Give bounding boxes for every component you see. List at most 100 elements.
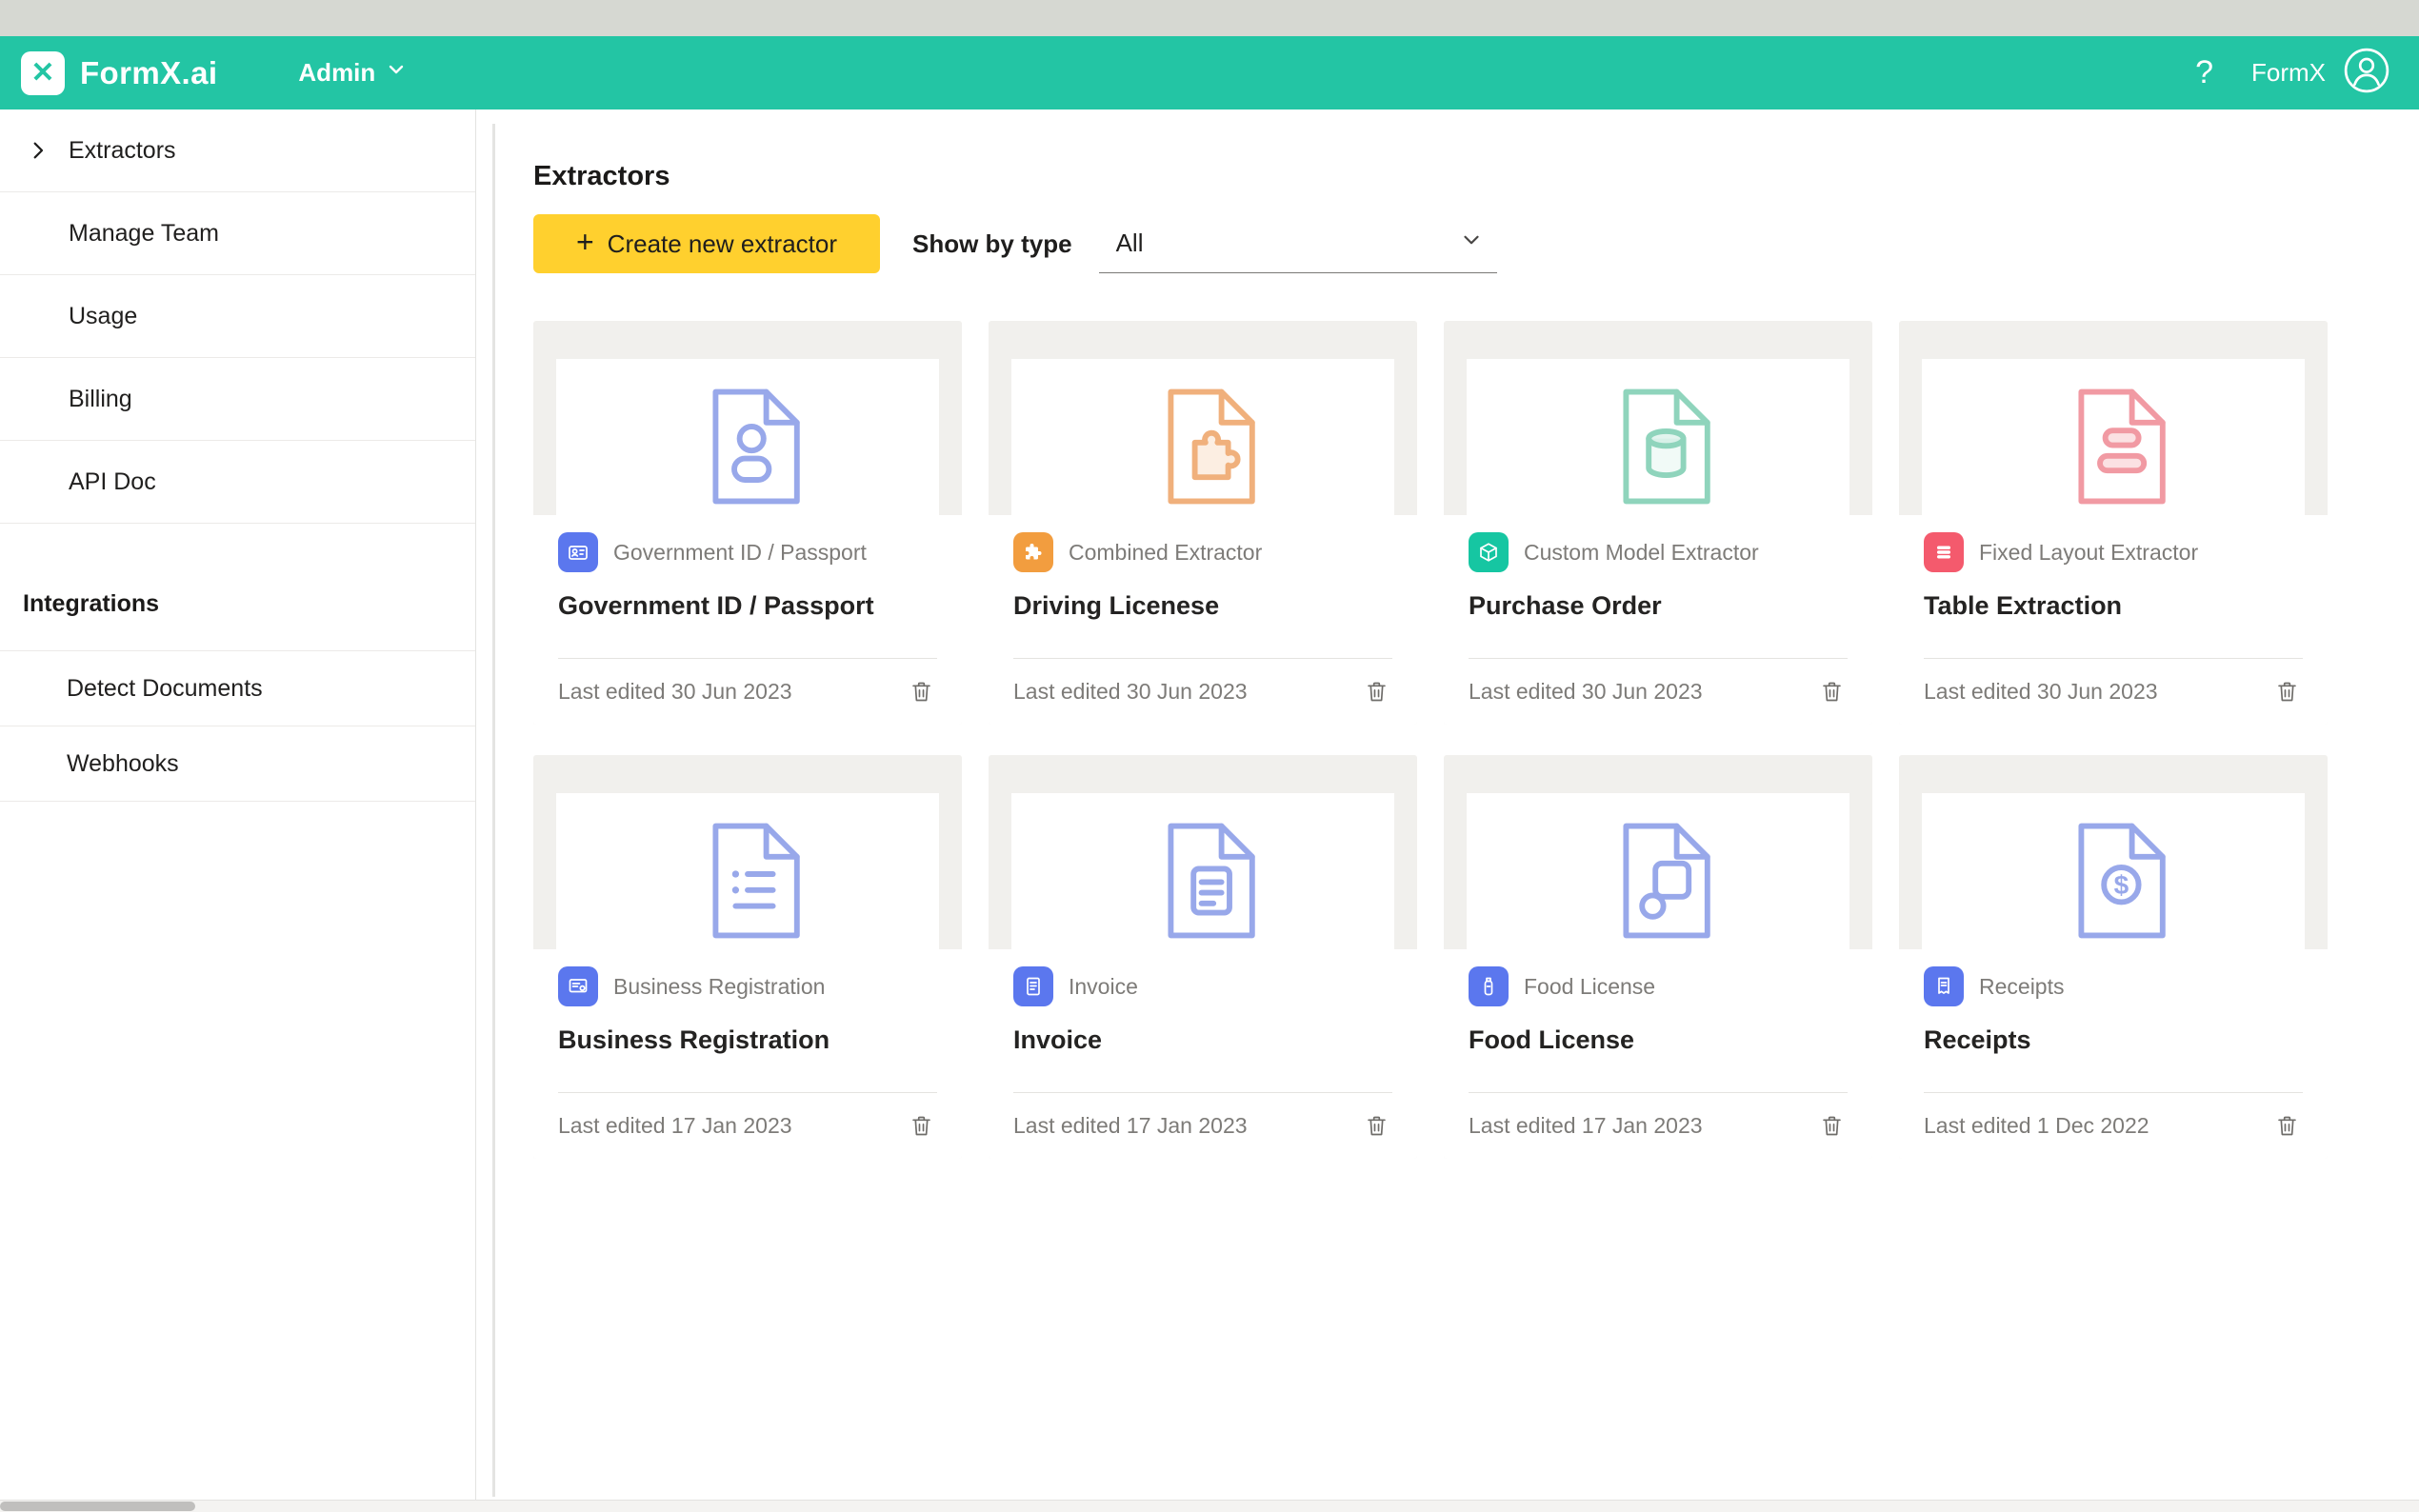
invoice-badge-icon: [1013, 966, 1053, 1006]
certificate-badge-icon: [558, 966, 598, 1006]
sidebar: Extractors Manage Team Usage Billing API…: [0, 109, 476, 1512]
sidebar-item-label: Webhooks: [67, 750, 179, 778]
sidebar-item-usage[interactable]: Usage: [0, 275, 475, 358]
invoice-document-icon: [1136, 814, 1269, 947]
delete-extractor-button[interactable]: [1360, 676, 1392, 708]
trash-icon: [2274, 679, 2300, 705]
admin-menu-label: Admin: [298, 58, 375, 88]
extractor-card-body: Invoice Invoice Last edited 17 Jan 2023: [989, 949, 1417, 1159]
sidebar-item-billing[interactable]: Billing: [0, 358, 475, 441]
extractor-thumbnail: [533, 755, 962, 949]
delete-extractor-button[interactable]: [1815, 676, 1848, 708]
extractor-card-body: Combined Extractor Driving Licenese Last…: [989, 515, 1417, 725]
integrations-section-header: Integrations: [0, 590, 475, 650]
extractor-type-label: Government ID / Passport: [613, 540, 867, 566]
sidebar-item-label: Manage Team: [69, 220, 219, 248]
horizontal-scrollbar-thumb[interactable]: [0, 1502, 195, 1511]
extractor-title: Receipts: [1924, 1025, 2303, 1055]
cube-badge-icon: [1469, 532, 1509, 572]
extractor-type-label: Invoice: [1069, 974, 1138, 1000]
integrations-list: Detect Documents Webhooks: [0, 650, 475, 802]
extractor-thumbnail: [1444, 321, 1872, 515]
extractor-card-body: Food License Food License Last edited 17…: [1444, 949, 1872, 1159]
extractor-title: Food License: [1469, 1025, 1848, 1055]
last-edited-label: Last edited 17 Jan 2023: [558, 1113, 792, 1139]
account-name: FormX: [2251, 58, 2326, 88]
extractor-card-driving-license[interactable]: Combined Extractor Driving Licenese Last…: [989, 321, 1417, 725]
admin-menu[interactable]: Admin: [298, 58, 408, 88]
extractor-thumbnail: $: [1899, 755, 2328, 949]
extractor-card-government-id[interactable]: Government ID / Passport Government ID /…: [533, 321, 962, 725]
last-edited-label: Last edited 17 Jan 2023: [1013, 1113, 1248, 1139]
extractor-card-purchase-order[interactable]: Custom Model Extractor Purchase Order La…: [1444, 321, 1872, 725]
type-filter-dropdown[interactable]: All: [1099, 214, 1497, 273]
brand-name: FormX.ai: [80, 55, 217, 91]
last-edited-label: Last edited 30 Jun 2023: [1469, 679, 1703, 705]
topbar: ✕ FormX.ai Admin ? FormX: [0, 36, 2419, 109]
id-card-badge-icon: [558, 532, 598, 572]
last-edited-label: Last edited 30 Jun 2023: [1924, 679, 2158, 705]
horizontal-scrollbar-track[interactable]: [0, 1500, 2419, 1512]
formx-logo-icon[interactable]: ✕: [21, 51, 65, 95]
id-card-document-icon: [681, 380, 814, 513]
delete-extractor-button[interactable]: [2270, 676, 2303, 708]
extractor-type-label: Receipts: [1979, 974, 2064, 1000]
delete-extractor-button[interactable]: [1815, 1110, 1848, 1143]
last-edited-label: Last edited 17 Jan 2023: [1469, 1113, 1703, 1139]
delete-extractor-button[interactable]: [905, 676, 937, 708]
extractor-card-receipts[interactable]: $ Receipts Receipts Last edited 1 Dec 20…: [1899, 755, 2328, 1159]
sidebar-item-api-doc[interactable]: API Doc: [0, 441, 475, 524]
last-edited-label: Last edited 1 Dec 2022: [1924, 1113, 2149, 1139]
extractor-type-label: Fixed Layout Extractor: [1979, 540, 2198, 566]
create-new-extractor-button[interactable]: + Create new extractor: [533, 214, 880, 273]
show-by-type-label: Show by type: [912, 214, 1072, 273]
delete-extractor-button[interactable]: [905, 1110, 937, 1143]
extractor-card-body: Government ID / Passport Government ID /…: [533, 515, 962, 725]
jar-document-icon: [1591, 814, 1725, 947]
last-edited-label: Last edited 30 Jun 2023: [1013, 679, 1248, 705]
create-button-label: Create new extractor: [608, 229, 837, 259]
account-menu[interactable]: FormX: [2251, 47, 2390, 99]
sidebar-item-manage-team[interactable]: Manage Team: [0, 192, 475, 275]
receipt-badge-icon: [1924, 966, 1964, 1006]
rows-badge-icon: [1924, 532, 1964, 572]
extractor-card-body: Fixed Layout Extractor Table Extraction …: [1899, 515, 2328, 725]
sidebar-item-extractors[interactable]: Extractors: [0, 109, 475, 192]
last-edited-label: Last edited 30 Jun 2023: [558, 679, 792, 705]
extractor-card-body: Custom Model Extractor Purchase Order La…: [1444, 515, 1872, 725]
sidebar-item-label: API Doc: [69, 468, 156, 496]
extractor-card-business-registration[interactable]: Business Registration Business Registrat…: [533, 755, 962, 1159]
content-scrollbar[interactable]: [492, 124, 495, 1497]
extractor-card-body: Receipts Receipts Last edited 1 Dec 2022: [1899, 949, 2328, 1159]
extractor-title: Business Registration: [558, 1025, 937, 1055]
extractor-title: Purchase Order: [1469, 591, 1848, 621]
extractor-thumbnail: [1899, 321, 2328, 515]
toolbar: + Create new extractor Show by type All: [533, 214, 1497, 273]
extractor-card-food-license[interactable]: Food License Food License Last edited 17…: [1444, 755, 1872, 1159]
sidebar-item-label: Detect Documents: [67, 675, 263, 703]
page-title: Extractors: [533, 161, 670, 192]
extractor-thumbnail: [989, 321, 1417, 515]
extractor-card-invoice[interactable]: Invoice Invoice Last edited 17 Jan 2023: [989, 755, 1417, 1159]
type-filter-value: All: [1116, 229, 1144, 258]
list-document-icon: [681, 814, 814, 947]
delete-extractor-button[interactable]: [1360, 1110, 1392, 1143]
trash-icon: [1819, 679, 1845, 705]
delete-extractor-button[interactable]: [2270, 1110, 2303, 1143]
trash-icon: [2274, 1113, 2300, 1139]
help-button[interactable]: ?: [2195, 54, 2213, 91]
puzzle-badge-icon: [1013, 532, 1053, 572]
sidebar-item-detect-documents[interactable]: Detect Documents: [0, 651, 475, 726]
extractor-thumbnail: [989, 755, 1417, 949]
extractor-thumbnail: [533, 321, 962, 515]
extractor-card-table-extraction[interactable]: Fixed Layout Extractor Table Extraction …: [1899, 321, 2328, 725]
svg-text:$: $: [2114, 870, 2129, 900]
chevron-down-icon: [1459, 228, 1484, 259]
sidebar-item-webhooks[interactable]: Webhooks: [0, 726, 475, 802]
extractor-grid: Government ID / Passport Government ID /…: [533, 321, 2328, 1159]
extractor-card-body: Business Registration Business Registrat…: [533, 949, 962, 1159]
extractor-type-label: Business Registration: [613, 974, 825, 1000]
extractor-title: Table Extraction: [1924, 591, 2303, 621]
extractor-type-label: Food License: [1524, 974, 1655, 1000]
trash-icon: [909, 679, 934, 705]
